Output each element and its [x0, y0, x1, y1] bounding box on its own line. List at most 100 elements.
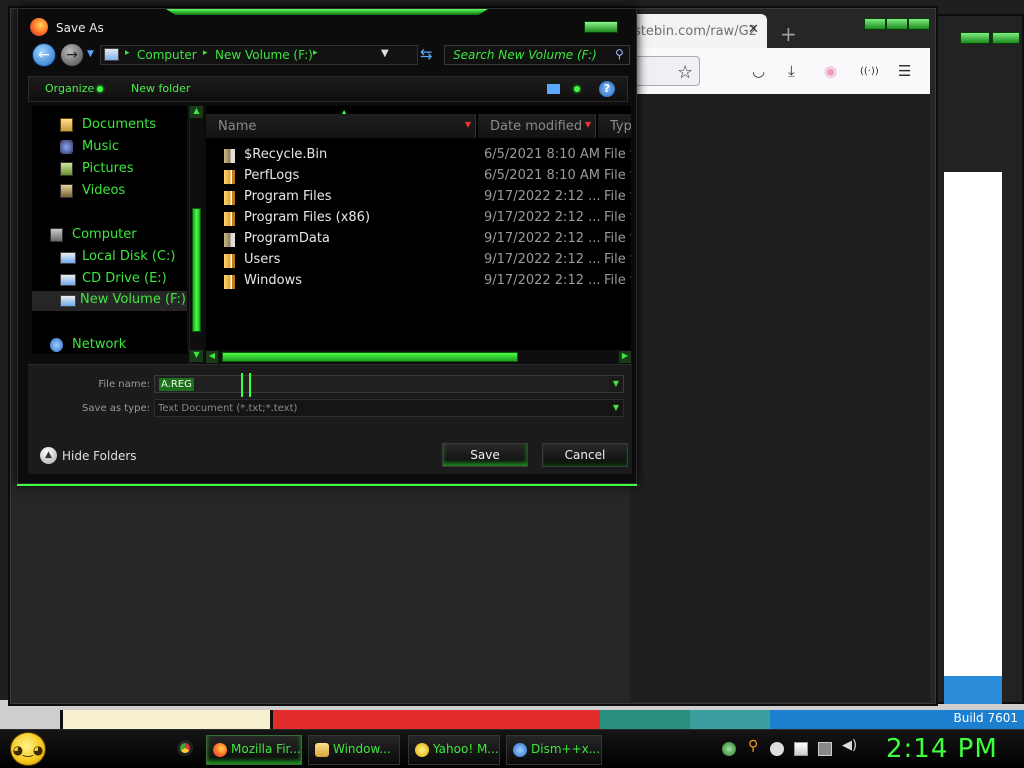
- scroll-left-icon[interactable]: ◀: [206, 351, 218, 363]
- taskbar-item-firefox[interactable]: Mozilla Fir...: [206, 735, 302, 765]
- nav-item-new-volume[interactable]: New Volume (F:): [32, 291, 187, 311]
- music-icon: [60, 140, 73, 154]
- recent-locations-icon[interactable]: ▼: [87, 49, 94, 59]
- background-window-right[interactable]: [932, 14, 1024, 704]
- extension-icon[interactable]: ((·)): [860, 66, 879, 77]
- save-as-type-select[interactable]: Text Document (*.txt;*.text) ▼: [154, 399, 624, 417]
- breadcrumb-separator[interactable]: ▸: [313, 48, 318, 58]
- back-button[interactable]: ←: [32, 43, 56, 67]
- organize-button[interactable]: Organize: [45, 82, 104, 95]
- profile-icon[interactable]: ◉: [824, 62, 837, 80]
- search-icon[interactable]: ⚲: [615, 47, 624, 61]
- file-row[interactable]: Users 9/17/2022 2:12 ... File folder: [206, 251, 631, 272]
- column-header-name[interactable]: Name ▼: [206, 114, 476, 138]
- messenger-icon[interactable]: [770, 742, 784, 756]
- url-bar[interactable]: ☆: [630, 56, 700, 86]
- file-row[interactable]: Windows 9/17/2022 2:12 ... File folder: [206, 272, 631, 293]
- change-view-icon[interactable]: [547, 84, 560, 94]
- menu-icon[interactable]: ☰: [898, 62, 911, 80]
- column-dropdown-icon[interactable]: ▼: [465, 120, 471, 129]
- file-date: 6/5/2021 8:10 AM: [484, 147, 600, 162]
- file-name-input[interactable]: A.REG ▼: [154, 373, 624, 397]
- close-button[interactable]: [584, 21, 618, 33]
- volume-icon[interactable]: ◀): [842, 738, 857, 753]
- chevron-down-icon[interactable]: ▼: [609, 400, 623, 416]
- search-input[interactable]: [445, 46, 613, 64]
- navigation-pane: Documents Music Pictures Videos Computer…: [32, 106, 187, 354]
- tab-close-icon[interactable]: ✕: [748, 22, 759, 37]
- file-row[interactable]: Program Files 9/17/2022 2:12 ... File fo…: [206, 188, 631, 209]
- desktop: 7 Build 7601 stebin.com/raw/G2 ✕ + ☆ ◡ ⤓…: [0, 0, 1024, 768]
- help-icon[interactable]: ?: [599, 81, 615, 97]
- breadcrumb-volume[interactable]: New Volume (F:): [215, 48, 313, 62]
- wallpaper-shape: [60, 710, 270, 730]
- nav-item-label: CD Drive (E:): [82, 271, 167, 286]
- nav-item-music[interactable]: Music: [60, 138, 185, 158]
- column-header-type[interactable]: Type: [598, 114, 631, 138]
- save-options-panel: File name: A.REG ▼ Save as type: Text Do…: [28, 364, 632, 474]
- browser-tab[interactable]: stebin.com/raw/G2 ✕: [630, 14, 767, 48]
- address-dropdown-icon[interactable]: ▼: [381, 48, 389, 59]
- view-dropdown-dot-icon[interactable]: [574, 86, 580, 92]
- nav-item-documents[interactable]: Documents: [60, 116, 185, 136]
- new-folder-button[interactable]: New folder: [131, 82, 190, 95]
- nav-item-label: Documents: [82, 117, 157, 132]
- maximize-icon[interactable]: [960, 32, 990, 44]
- network-icon[interactable]: [818, 742, 832, 756]
- taskbar-item-yahoo[interactable]: Yahoo! M...: [408, 735, 500, 765]
- chrome-icon[interactable]: [177, 740, 193, 756]
- nav-item-network[interactable]: Network: [50, 336, 185, 354]
- breadcrumb-separator[interactable]: ▸: [203, 48, 208, 58]
- close-icon[interactable]: [992, 32, 1020, 44]
- pocket-icon[interactable]: ◡: [752, 62, 765, 80]
- taskbar-item-dism[interactable]: Dism++x...: [506, 735, 602, 765]
- scrollbar-thumb[interactable]: [222, 352, 518, 362]
- nav-item-cd-drive[interactable]: CD Drive (E:): [60, 270, 185, 290]
- scroll-right-icon[interactable]: ▶: [619, 351, 631, 363]
- file-list-horizontal-scrollbar[interactable]: ◀ ▶: [206, 350, 631, 364]
- clock[interactable]: 2:14 PM: [886, 734, 998, 764]
- text-cursor-icon: [241, 373, 251, 397]
- taskbar-item-explorer[interactable]: Window...: [308, 735, 400, 765]
- nav-item-computer[interactable]: Computer: [50, 226, 185, 246]
- hard-drive-icon: [60, 252, 76, 264]
- file-row[interactable]: ProgramData 9/17/2022 2:12 ... File fold…: [206, 230, 631, 251]
- scroll-up-icon[interactable]: ▲: [190, 106, 203, 118]
- address-bar[interactable]: ▸ Computer ▸ New Volume (F:) ▸ ▼: [100, 45, 418, 65]
- save-button[interactable]: Save: [442, 443, 528, 467]
- file-name-label: File name:: [98, 379, 150, 390]
- action-center-icon[interactable]: [794, 742, 808, 756]
- nav-item-label: New Volume (F:): [80, 292, 186, 307]
- folder-icon: [224, 212, 235, 226]
- breadcrumb-separator[interactable]: ▸: [125, 48, 130, 58]
- scrollbar-thumb[interactable]: [192, 208, 201, 332]
- nav-pane-scrollbar[interactable]: ▲ ▼: [189, 106, 203, 364]
- refresh-icon[interactable]: ⇆: [420, 45, 433, 63]
- nav-item-videos[interactable]: Videos: [60, 182, 185, 202]
- file-row[interactable]: Program Files (x86) 9/17/2022 2:12 ... F…: [206, 209, 631, 230]
- new-tab-button[interactable]: +: [780, 22, 797, 46]
- chevron-down-icon[interactable]: ▼: [609, 376, 623, 392]
- cancel-button[interactable]: Cancel: [542, 443, 628, 467]
- start-button[interactable]: ◕‿◕: [10, 732, 46, 766]
- network-status-icon[interactable]: [722, 742, 736, 756]
- downloads-icon[interactable]: ⤓: [788, 62, 795, 80]
- save-as-type-label: Save as type:: [82, 403, 150, 414]
- file-row[interactable]: PerfLogs 6/5/2021 8:10 AM File folder: [206, 167, 631, 188]
- column-dropdown-icon[interactable]: ▼: [585, 120, 591, 129]
- scroll-down-icon[interactable]: ▼: [190, 350, 203, 362]
- bookmark-star-icon[interactable]: ☆: [677, 62, 693, 83]
- file-row[interactable]: $Recycle.Bin 6/5/2021 8:10 AM File folde…: [206, 146, 631, 167]
- search-icon[interactable]: ⚲: [748, 738, 762, 754]
- nav-item-pictures[interactable]: Pictures: [60, 160, 185, 180]
- nav-item-local-disk[interactable]: Local Disk (C:): [60, 248, 185, 268]
- taskbar-item-label: Mozilla Fir...: [231, 742, 301, 756]
- column-header-date[interactable]: Date modified ▼: [478, 114, 596, 138]
- gear-icon: [513, 743, 527, 757]
- file-date: 9/17/2022 2:12 ...: [484, 231, 601, 246]
- search-box[interactable]: ⚲: [444, 45, 630, 65]
- firefox-icon: [213, 743, 227, 757]
- forward-button[interactable]: →: [60, 43, 84, 67]
- taskbar-item-label: Yahoo! M...: [433, 742, 499, 756]
- breadcrumb-computer[interactable]: Computer: [137, 48, 197, 62]
